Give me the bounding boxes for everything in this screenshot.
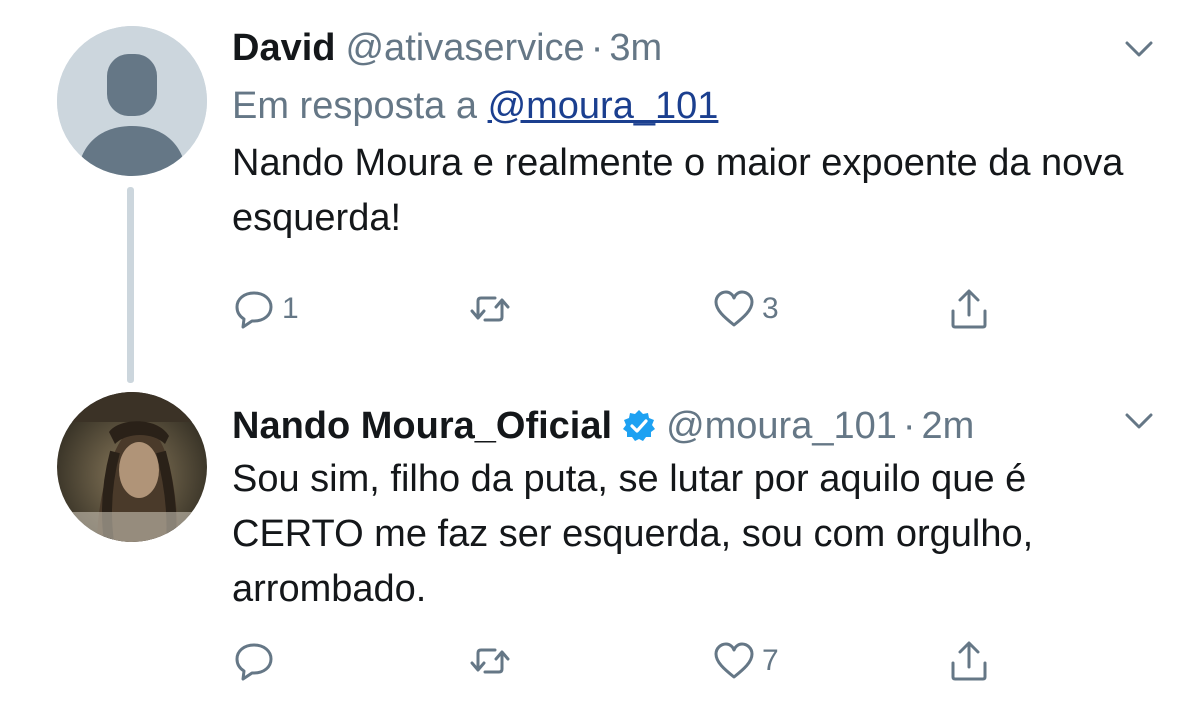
tweet-header: David @ativaservice · 3m (232, 24, 1160, 72)
like-button[interactable]: 3 (712, 284, 779, 334)
share-icon (951, 289, 987, 329)
retweet-icon (470, 648, 510, 674)
tweet-content: David @ativaservice · 3m Em resposta a @mou… (232, 24, 1160, 246)
tweet-text: Nando Moura e realmente o maior expoente… (232, 142, 1124, 239)
default-avatar-icon (57, 26, 207, 176)
timestamp[interactable]: 3m (609, 27, 662, 69)
tweet-header: Nando Moura_Oficial @moura_101 · 2m (232, 402, 1160, 450)
reply-count: 1 (282, 292, 299, 325)
verified-badge-icon (623, 410, 656, 441)
timestamp[interactable]: 2m (922, 405, 975, 447)
separator: · (902, 405, 916, 447)
retweet-button[interactable] (468, 284, 518, 334)
avatar[interactable] (57, 392, 207, 542)
reply-icon (235, 643, 273, 681)
like-button[interactable]: 7 (712, 636, 779, 686)
reply-context: Em resposta a @moura_101 (232, 82, 1160, 130)
heart-icon (714, 290, 754, 327)
tweet-actions: 7 (232, 636, 1012, 686)
avatar[interactable] (57, 26, 207, 176)
tweet-text: Sou sim, filho da puta, se lutar por aqu… (232, 458, 1034, 610)
tweet[interactable]: David @ativaservice · 3m Em resposta a @mou… (0, 0, 1200, 383)
retweet-button[interactable] (468, 636, 518, 686)
reply-icon (235, 291, 273, 329)
like-count: 3 (762, 292, 779, 325)
reply-mention-link[interactable]: @moura_101 (488, 85, 719, 127)
heart-icon (714, 642, 754, 679)
chevron-down-icon[interactable] (1124, 412, 1154, 430)
user-handle[interactable]: @ativaservice (345, 27, 584, 69)
tweet[interactable]: Nando Moura_Oficial @moura_101 · 2m Sou si… (0, 380, 1200, 703)
share-icon (951, 641, 987, 681)
retweet-icon (470, 296, 510, 322)
chevron-down-icon[interactable] (1124, 40, 1154, 58)
thread-line (127, 187, 134, 383)
reply-prefix: Em resposta a (232, 85, 477, 127)
share-button[interactable] (947, 636, 991, 686)
display-name[interactable]: Nando Moura_Oficial (232, 405, 612, 447)
separator: · (590, 27, 604, 69)
display-name[interactable]: David (232, 27, 335, 69)
user-handle[interactable]: @moura_101 (666, 405, 897, 447)
profile-photo (57, 392, 207, 542)
tweet-content: Nando Moura_Oficial @moura_101 · 2m Sou si… (232, 402, 1160, 617)
like-count: 7 (762, 644, 779, 677)
reply-button[interactable] (232, 636, 282, 686)
tweet-actions: 1 3 (232, 284, 1012, 334)
share-button[interactable] (947, 284, 991, 334)
reply-button[interactable]: 1 (232, 284, 299, 334)
